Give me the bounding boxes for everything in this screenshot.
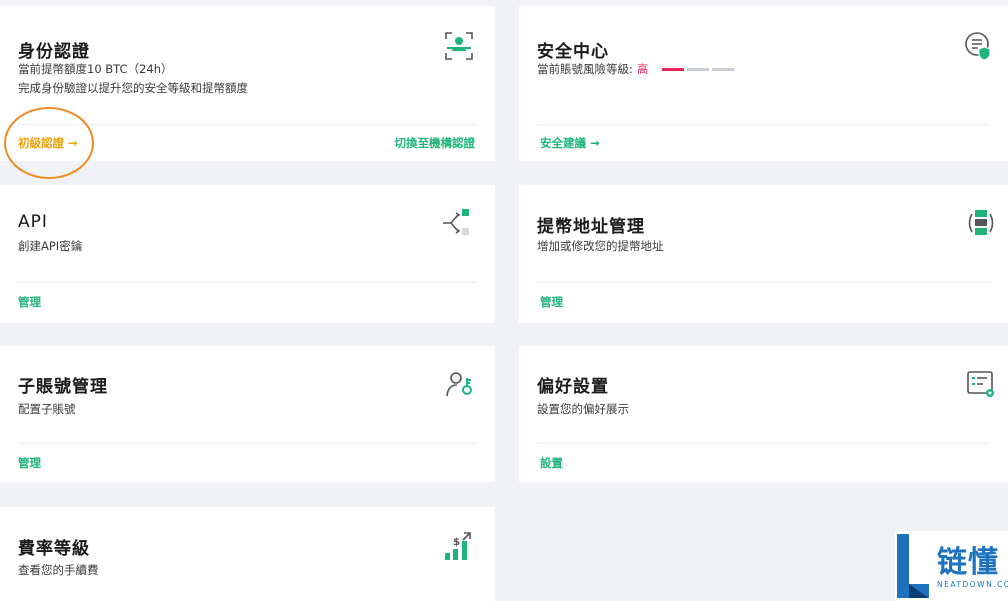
security-divider (537, 124, 990, 125)
risk-label: 當前賬號風險等級: (537, 62, 633, 76)
subaccount-title: 子賬號管理 (18, 377, 108, 397)
subaccount-divider (18, 443, 477, 444)
subaccount-manage-link[interactable]: 管理 (18, 455, 41, 471)
identity-desc: 完成身份驗證以提升您的安全等級和提幣額度 (18, 81, 248, 95)
watermark-brand: 链懂 (937, 545, 999, 580)
subaccount-desc: 配置子賬號 (18, 402, 76, 416)
risk-bar-2 (687, 68, 710, 71)
preferences-card: 偏好設置 設置您的偏好展示 設置 (519, 346, 1008, 482)
preferences-settings-link[interactable]: 設置 (540, 455, 563, 471)
api-divider (18, 282, 477, 283)
svg-text:$: $ (453, 537, 460, 548)
api-flow-icon (443, 209, 469, 235)
shield-doc-icon (965, 32, 991, 61)
security-card: 安全中心 當前賬號風險等級: 高 安全建議 → (519, 6, 1008, 161)
preferences-desc: 設置您的偏好展示 (537, 402, 629, 416)
risk-bars (662, 68, 735, 71)
watermark-logo: 链懂 NEATDOWN.COM (895, 531, 1008, 601)
address-list-icon (968, 210, 994, 235)
risk-bar-1 (662, 68, 685, 71)
identity-limit-text: 當前提幣額度10 BTC（24h） (18, 62, 173, 76)
identity-card: 身份認證 當前提幣額度10 BTC（24h） 完成身份驗證以提升您的安全等級和提… (0, 6, 495, 161)
fees-card: 費率等級 查看您的手續費 $ (0, 507, 495, 601)
face-scan-icon (445, 32, 473, 60)
fee-chart-icon: $ (445, 532, 471, 560)
api-title: API (18, 212, 48, 232)
risk-level: 高 (636, 62, 649, 76)
identity-title: 身份認證 (18, 42, 90, 62)
security-risk-row: 當前賬號風險等級: 高 (537, 60, 735, 78)
settings-card-icon (967, 371, 994, 397)
withdraw-title: 提幣地址管理 (537, 217, 645, 237)
switch-institution-link[interactable]: 切換至機構認證 (395, 135, 476, 151)
security-title: 安全中心 (537, 42, 609, 62)
primary-verification-link[interactable]: 初級認證 → (18, 135, 78, 151)
user-key-icon (446, 372, 472, 397)
withdraw-desc: 增加或修改您的提幣地址 (537, 239, 664, 253)
preferences-title: 偏好設置 (537, 377, 609, 397)
logo-l-mark-icon (897, 534, 929, 598)
api-desc: 創建API密鑰 (18, 239, 83, 253)
security-advice-link[interactable]: 安全建議 → (540, 135, 600, 151)
risk-bar-3 (712, 68, 735, 71)
withdraw-manage-link[interactable]: 管理 (540, 294, 563, 310)
fees-title: 費率等級 (18, 539, 90, 559)
fees-desc: 查看您的手續費 (18, 563, 99, 577)
withdraw-divider (537, 282, 990, 283)
preferences-divider (537, 443, 990, 444)
subaccount-card: 子賬號管理 配置子賬號 管理 (0, 346, 495, 482)
api-card: API 創建API密鑰 管理 (0, 185, 495, 323)
watermark-site: NEATDOWN.COM (937, 580, 1008, 589)
api-manage-link[interactable]: 管理 (18, 294, 41, 310)
withdraw-address-card: 提幣地址管理 增加或修改您的提幣地址 管理 (519, 185, 1008, 323)
identity-divider (18, 124, 477, 125)
